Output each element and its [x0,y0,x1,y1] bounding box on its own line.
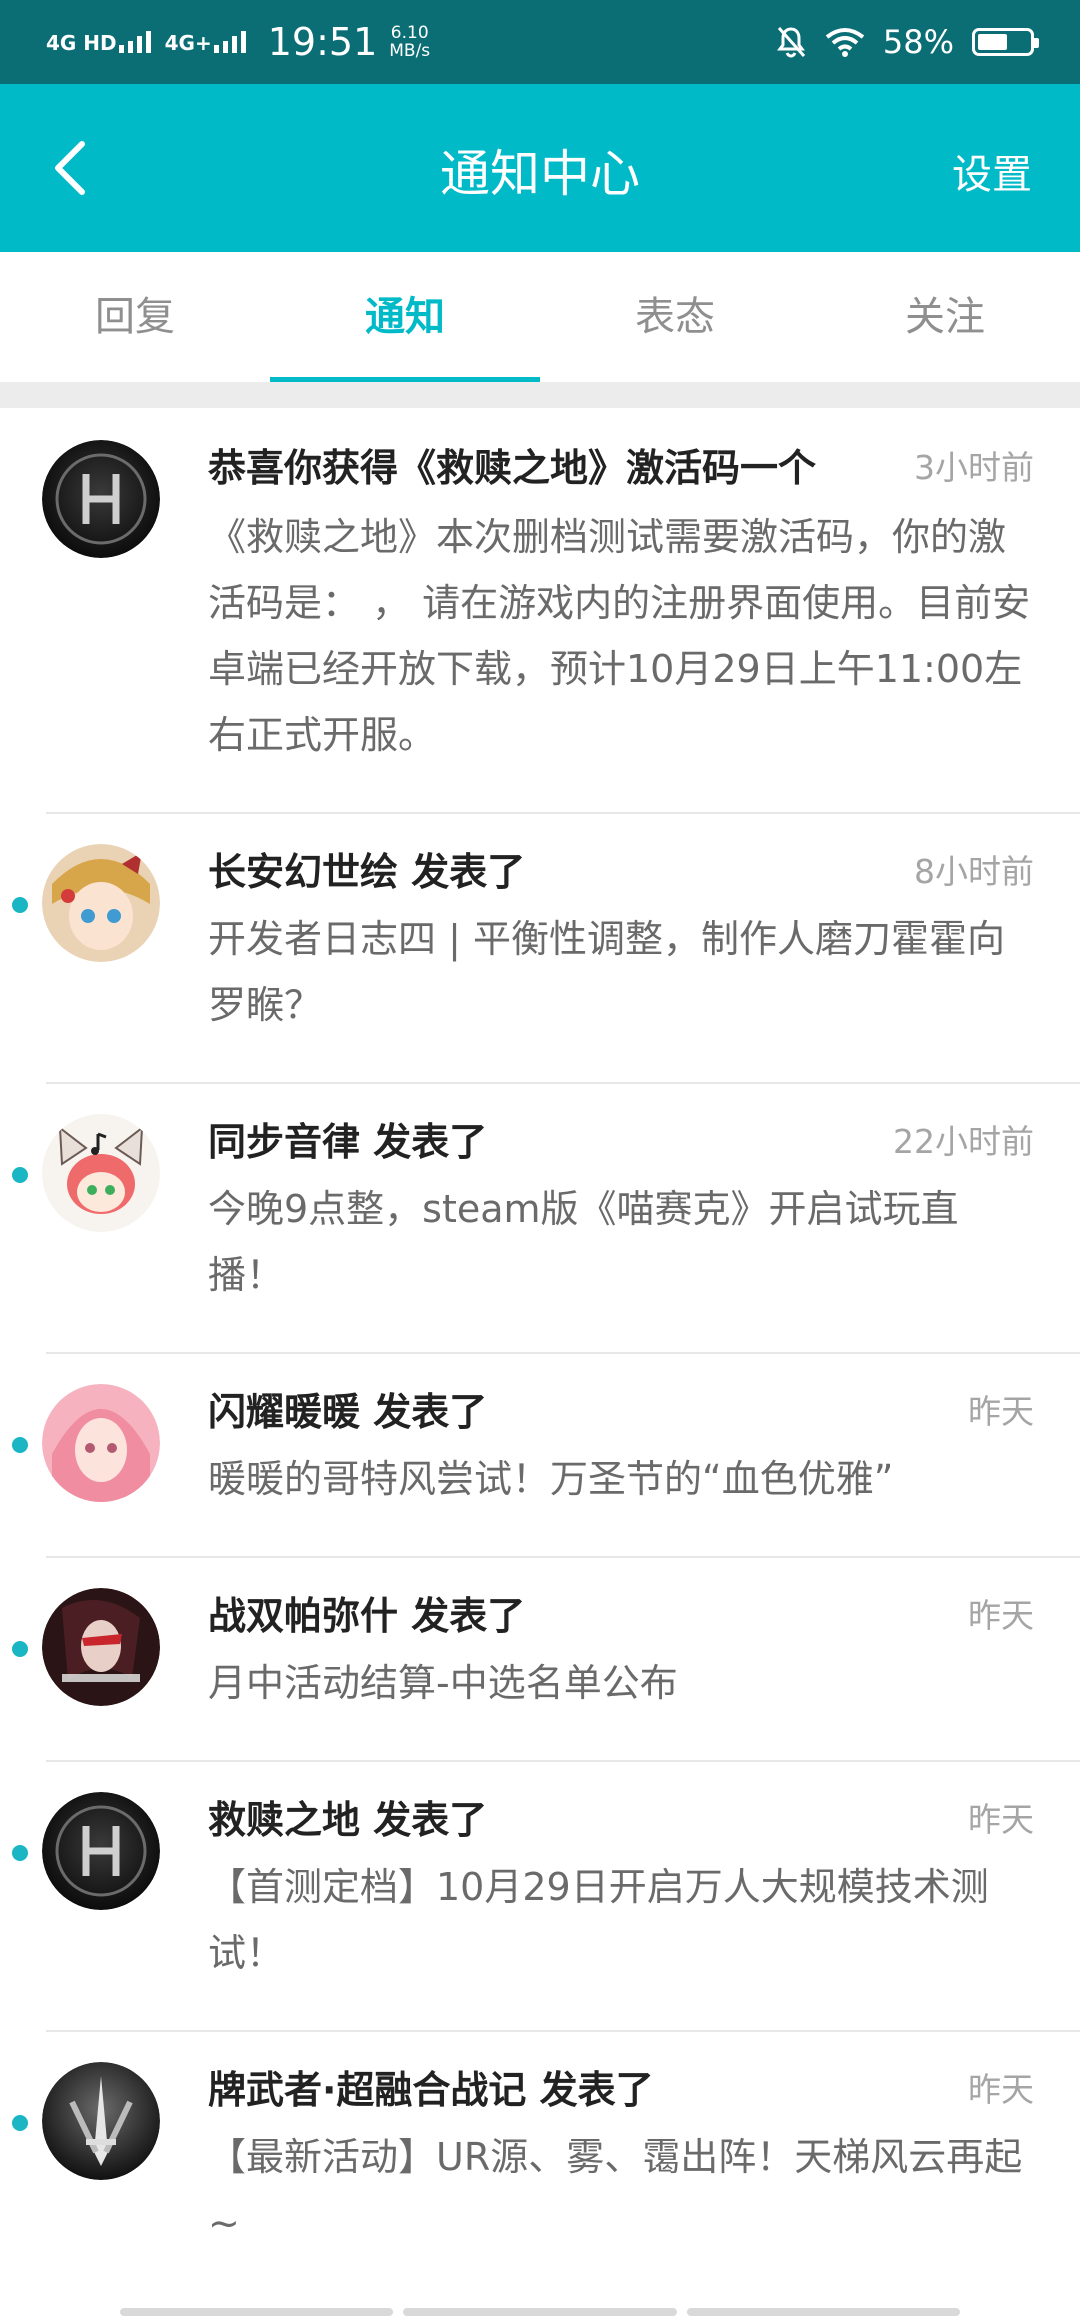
h-logo-avatar[interactable] [42,1792,160,1910]
notification-time: 22小时前 [893,1122,1034,1161]
battery-percent: 58% [882,23,954,61]
notification-item[interactable]: 长安幻世绘 发表了 8小时前 开发者日志四 | 平衡性调整，制作人磨刀霍霍向罗睺… [0,812,1080,1082]
tab-reply[interactable]: 回复 [0,252,270,382]
tab-reaction[interactable]: 表态 [540,252,810,382]
bell-off-icon [776,27,805,58]
notification-item[interactable]: 战双帕弥什 发表了 昨天 月中活动结算-中选名单公布 [0,1556,1080,1760]
notification-item[interactable]: 救赎之地 发表了 昨天 【首测定档】10月29日开启万人大规模技术测试！ [0,1760,1080,2030]
anime-girl-avatar[interactable] [42,844,160,962]
divider [0,382,1080,408]
notification-time: 昨天 [968,1596,1034,1635]
tab-follow[interactable]: 关注 [810,252,1080,382]
pink-hair-avatar[interactable] [42,1384,160,1502]
notification-list: 恭喜你获得《救赎之地》激活码一个 3小时前 《救赎之地》本次删档测试需要激活码，… [0,408,1080,2300]
notification-body: 今晚9点整，steam版《喵赛克》开启试玩直播！ [208,1187,959,1297]
unread-dot [12,1167,28,1183]
notification-title: 救赎之地 发表了 [208,1798,488,1842]
notification-title: 闪耀暖暖 发表了 [208,1390,488,1434]
tab-bar: 回复 通知 表态 关注 [0,252,1080,382]
status-bar: 4G HD 4G+ 19:51 6.10 MB/s 58% [0,0,1080,84]
signal-icon [118,31,151,53]
notification-time: 昨天 [968,1800,1034,1839]
signal-icon [213,31,246,53]
speed-unit: MB/s [389,41,431,61]
notification-time: 8小时前 [914,852,1034,891]
scroll-indicator [120,2308,960,2316]
notification-time: 昨天 [968,1392,1034,1431]
app-header: 通知中心 设置 [0,84,1080,252]
blade-emblem-avatar[interactable] [42,2062,160,2180]
notification-time: 3小时前 [914,448,1034,487]
signal-1: 4G HD [46,31,151,53]
h-logo-avatar[interactable] [42,440,160,558]
notification-title: 同步音律 发表了 [208,1120,488,1164]
notification-body: 【最新活动】UR源、雾、霭出阵！天梯风云再起~ [208,2135,1023,2245]
unread-dot [12,1437,28,1453]
tab-notification[interactable]: 通知 [270,252,540,382]
notification-item[interactable]: 同步音律 发表了 22小时前 今晚9点整，steam版《喵赛克》开启试玩直播！ [0,1082,1080,1352]
notification-body: 《救赎之地》本次删档测试需要激活码，你的激活码是： ， 请在游戏内的注册界面使用… [208,515,1031,757]
notification-item[interactable]: 闪耀暖暖 发表了 昨天 暖暖的哥特风尝试！万圣节的“血色优雅” [0,1352,1080,1556]
notification-item[interactable]: 牌武者·超融合战记 发表了 昨天 【最新活动】UR源、雾、霭出阵！天梯风云再起~ [0,2030,1080,2300]
network-type-1: 4G HD [46,31,117,55]
network-speed: 6.10 MB/s [389,24,430,60]
notification-body: 开发者日志四 | 平衡性调整，制作人磨刀霍霍向罗睺？ [208,917,1005,1027]
cat-girl-avatar[interactable] [42,1114,160,1232]
punishing-avatar[interactable] [42,1588,160,1706]
notification-title: 长安幻世绘 发表了 [208,850,526,894]
notification-title: 牌武者·超融合战记 发表了 [208,2068,654,2112]
wifi-icon [825,28,865,57]
unread-dot [12,1845,28,1861]
signal-2: 4G+ [165,31,246,53]
notification-item[interactable]: 恭喜你获得《救赎之地》激活码一个 3小时前 《救赎之地》本次删档测试需要激活码，… [0,408,1080,812]
notification-body: 暖暖的哥特风尝试！万圣节的“血色优雅” [208,1457,894,1501]
status-right: 58% [775,23,1039,61]
battery-icon [972,28,1039,56]
status-time: 19:51 [267,20,378,64]
unread-dot [12,897,28,913]
notification-body: 【首测定档】10月29日开启万人大规模技术测试！ [208,1865,989,1975]
notification-body: 月中活动结算-中选名单公布 [208,1661,678,1705]
speed-value: 6.10 [390,23,429,43]
settings-button[interactable]: 设置 [952,142,1032,200]
notification-title: 战双帕弥什 发表了 [208,1594,526,1638]
page-title: 通知中心 [440,145,640,203]
network-type-2: 4G+ [164,31,212,55]
notification-title: 恭喜你获得《救赎之地》激活码一个 [208,446,817,490]
notification-time: 昨天 [968,2070,1034,2109]
battery-fill [978,34,1007,50]
unread-dot [12,1641,28,1657]
unread-dot [12,2115,28,2131]
